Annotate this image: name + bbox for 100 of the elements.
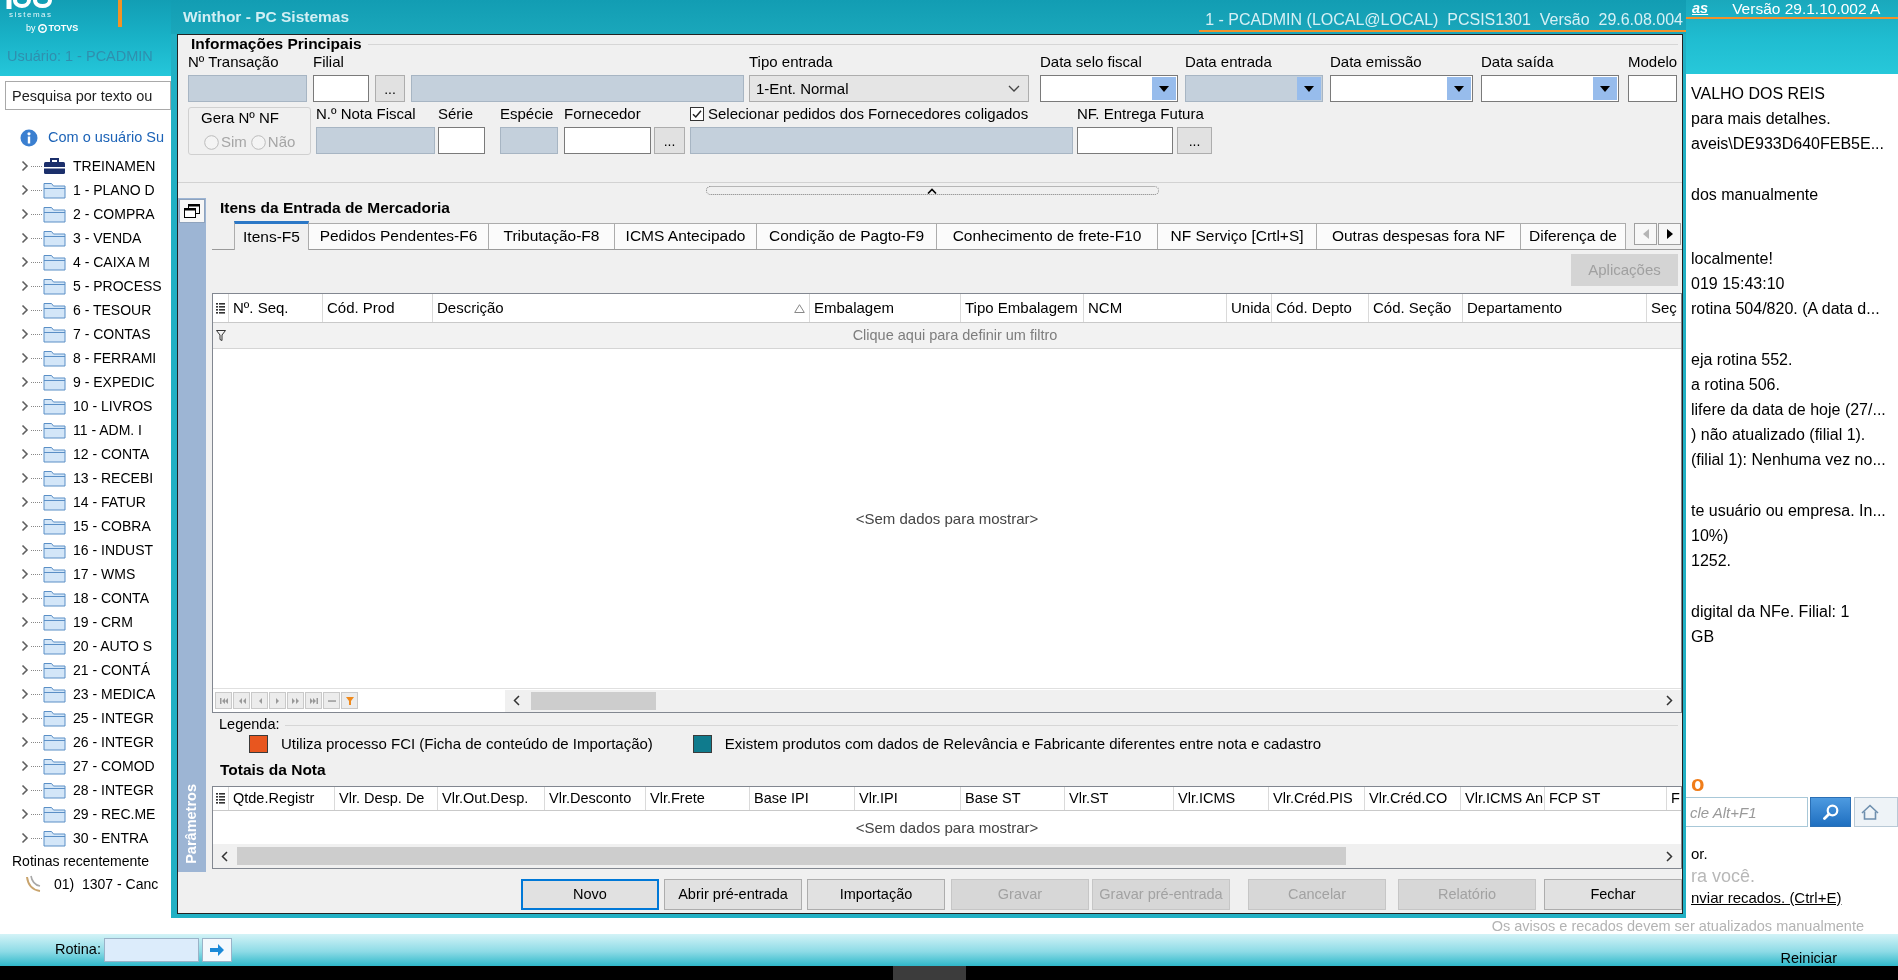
tree-item[interactable]: 12 - CONTA [0,442,171,466]
column-header[interactable]: Seç [1647,294,1681,322]
go-button[interactable] [201,938,232,962]
recent-item[interactable]: 01) 1307 - Canc [0,872,171,896]
column-header[interactable]: Embalagem [810,294,961,322]
last-button[interactable] [305,692,322,709]
horizontal-scrollbar[interactable] [505,689,1681,712]
send-message-link[interactable]: nviar recados. (Ctrl+E) [1691,887,1898,909]
text-field[interactable] [1628,75,1677,102]
tree-item[interactable]: 25 - INTEGR [0,706,171,730]
horizontal-scrollbar[interactable] [213,844,1681,868]
column-header[interactable]: Vlr. Desp. De [335,787,438,810]
close-button[interactable]: Fechar [1544,879,1682,910]
tree-item[interactable]: 23 - MEDICA [0,682,171,706]
tab[interactable]: Diferença de [1520,223,1626,249]
filter-button[interactable] [341,692,358,709]
first-button[interactable] [215,692,232,709]
tree-item[interactable]: 1 - PLANO D [0,178,171,202]
text-field[interactable] [1077,127,1173,154]
column-header[interactable]: Cód. Prod [323,294,433,322]
column-header[interactable]: FCP ST [1545,787,1667,810]
tree-item[interactable]: 28 - INTEGR [0,778,171,802]
lookup-button[interactable]: ... [1177,127,1212,154]
column-header[interactable]: Qtde.Registr [229,787,335,810]
restore-button[interactable] [179,199,205,223]
lookup-button[interactable]: ... [375,75,405,102]
search-field[interactable]: Pesquisa por texto ou [5,81,171,110]
column-header[interactable]: Nº. Seq. [229,294,323,322]
scroll-right-button[interactable] [1658,222,1681,245]
text-field[interactable] [313,75,369,102]
tree-item[interactable]: 29 - REC.ME [0,802,171,826]
column-header[interactable]: F [1667,787,1684,810]
tree-item[interactable]: TREINAMEN [0,154,171,178]
next-page-button[interactable] [287,692,304,709]
tab[interactable]: Conhecimento de frete-F10 [936,223,1158,249]
search-button[interactable] [1810,797,1851,827]
tree-item[interactable]: 15 - COBRA [0,514,171,538]
column-header[interactable]: Vlr.Créd.CO [1365,787,1461,810]
prev-button[interactable] [251,692,268,709]
column-header[interactable]: Vlr.ICMS [1174,787,1269,810]
import-button[interactable]: Importação [807,879,945,910]
column-header[interactable]: Vlr.Out.Desp. [438,787,545,810]
text-field[interactable] [564,127,651,154]
dropdown-button[interactable] [1593,77,1617,100]
column-header[interactable]: Cód. Depto [1272,294,1369,322]
text-field[interactable] [438,127,485,154]
delete-button[interactable] [323,692,340,709]
scrollbar-thumb[interactable] [531,691,656,710]
tree-item[interactable]: 30 - ENTRA [0,826,171,850]
column-header[interactable]: Vlr.IPI [855,787,961,810]
column-header[interactable]: Vlr.Frete [646,787,750,810]
tree-item[interactable]: 9 - EXPEDIC [0,370,171,394]
tree-item[interactable]: 20 - AUTO S [0,634,171,658]
tab[interactable]: Tributação-F8 [488,223,615,249]
tree-item[interactable]: 10 - LIVROS [0,394,171,418]
tab[interactable]: NF Serviço [Crtl+S] [1157,223,1317,249]
tree-item[interactable]: 3 - VENDA [0,226,171,250]
column-header[interactable]: Vlr.Desconto [545,787,646,810]
lookup-button[interactable]: ... [654,127,685,154]
tree-item[interactable]: 4 - CAIXA M [0,250,171,274]
column-header[interactable]: Base IPI [750,787,855,810]
column-header[interactable]: NCM [1084,294,1227,322]
tree-item[interactable]: 14 - FATUR [0,490,171,514]
home-button[interactable] [1854,797,1898,827]
open-pre-entry-button[interactable]: Abrir pré-entrada [664,879,802,910]
tab[interactable]: ICMS Antecipado [614,223,757,249]
tab[interactable]: Itens-F5 [234,221,309,250]
date-field[interactable] [1330,75,1473,102]
tree-item[interactable]: 7 - CONTAS [0,322,171,346]
tab[interactable]: Condição de Pagto-F9 [756,223,937,249]
column-header[interactable]: Vlr.ST [1065,787,1174,810]
scrollbar-thumb[interactable] [237,847,1346,865]
column-header[interactable]: Base ST [961,787,1065,810]
tree-item[interactable]: 16 - INDUST [0,538,171,562]
tree-item[interactable]: 19 - CRM [0,610,171,634]
next-button[interactable] [269,692,286,709]
tab[interactable]: Pedidos Pendentes-F6 [308,223,489,249]
dropdown-button[interactable] [1447,77,1471,100]
column-header[interactable]: Vlr.Créd.PIS [1269,787,1365,810]
tree-item[interactable]: 27 - COMOD [0,754,171,778]
prev-page-button[interactable] [233,692,250,709]
tree-item[interactable]: 13 - RECEBI [0,466,171,490]
tree-item[interactable]: 5 - PROCESS [0,274,171,298]
tree-item[interactable]: 21 - CONTÁ [0,658,171,682]
tree-item[interactable]: 17 - WMS [0,562,171,586]
dropdown[interactable]: 1-Ent. Normal [749,75,1029,102]
tree-item[interactable]: 18 - CONTA [0,586,171,610]
tree-item[interactable]: 6 - TESOUR [0,298,171,322]
tree-item[interactable]: 26 - INTEGR [0,730,171,754]
date-field[interactable] [1481,75,1619,102]
dropdown-button[interactable] [1152,77,1176,100]
notice-link[interactable]: Com o usuário Su [48,129,165,147]
date-field[interactable] [1040,75,1178,102]
routine-field[interactable] [103,938,199,962]
tree-item[interactable]: 2 - COMPRA [0,202,171,226]
tab[interactable]: Outras despesas fora NF [1316,223,1521,249]
column-header[interactable]: Departamento [1463,294,1647,322]
column-header[interactable]: Vlr.ICMS An [1461,787,1545,810]
search-field[interactable]: cle Alt+F1 [1686,797,1808,827]
restart-link[interactable]: Reiniciar [1780,950,1837,966]
